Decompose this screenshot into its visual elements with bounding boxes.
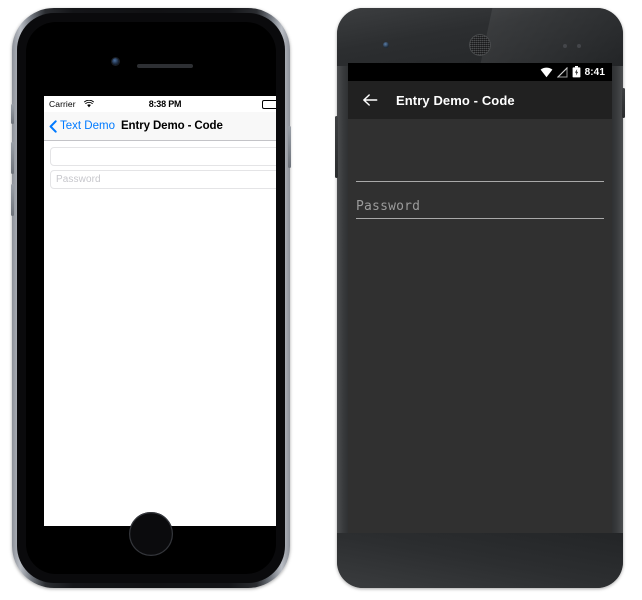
- volume-up-button[interactable]: [11, 142, 14, 174]
- android-entry-plain[interactable]: [356, 145, 604, 182]
- android-entry-password[interactable]: Password: [356, 182, 604, 219]
- power-button[interactable]: [288, 126, 291, 168]
- android-content: Password: [348, 145, 612, 533]
- ios-entry-plain[interactable]: [50, 147, 276, 166]
- bezel-gloss: [472, 8, 623, 66]
- ios-status-bar: Carrier 8:38 PM: [44, 96, 276, 112]
- ios-clock: 8:38 PM: [148, 99, 182, 109]
- android-status-bar: 8:41: [348, 63, 612, 81]
- front-camera-icon: [383, 42, 389, 48]
- iphone-inner-bezel: Carrier 8:38 PM Text Demo Entry Demo - C…: [17, 13, 285, 583]
- arrow-left-icon[interactable]: [360, 90, 380, 110]
- ios-back-label: Text Demo: [60, 120, 115, 132]
- android-screen: 8:41 Entry Demo - Code Password: [348, 63, 612, 533]
- chevron-left-icon: [49, 119, 57, 133]
- volume-down-button[interactable]: [11, 184, 14, 216]
- earpiece-speaker-icon: [137, 64, 193, 68]
- wifi-icon: [540, 67, 552, 77]
- volume-rocker-button[interactable]: [335, 116, 338, 178]
- ios-navigation-bar: Text Demo Entry Demo - Code: [44, 112, 276, 141]
- ios-page-title: Entry Demo - Code: [120, 120, 223, 132]
- android-top-bezel: [337, 8, 623, 66]
- front-camera-icon: [112, 58, 119, 65]
- proximity-sensor-icon: [563, 44, 567, 48]
- ios-screen: Carrier 8:38 PM Text Demo Entry Demo - C…: [44, 96, 276, 526]
- battery-full-icon: [262, 100, 276, 109]
- light-sensor-icon: [577, 44, 581, 48]
- ios-content: Password: [44, 141, 276, 189]
- iphone-glass: Carrier 8:38 PM Text Demo Entry Demo - C…: [26, 22, 276, 574]
- android-page-title: Entry Demo - Code: [396, 92, 515, 108]
- home-button[interactable]: [129, 512, 173, 556]
- power-button[interactable]: [622, 88, 625, 118]
- mute-switch[interactable]: [11, 104, 14, 124]
- android-bottom-bezel: [337, 533, 623, 588]
- android-clock: 8:41: [584, 66, 605, 78]
- iphone-device: Carrier 8:38 PM Text Demo Entry Demo - C…: [11, 8, 291, 588]
- ios-entry-password[interactable]: Password: [50, 170, 276, 189]
- earpiece-speaker-icon: [469, 34, 491, 56]
- android-app-bar: Entry Demo - Code: [348, 81, 612, 119]
- battery-charging-icon: [572, 66, 580, 78]
- ios-entry-password-placeholder: Password: [56, 174, 101, 185]
- no-signal-icon: [556, 66, 568, 78]
- android-device: 8:41 Entry Demo - Code Password: [335, 8, 625, 588]
- android-entry-password-placeholder: Password: [356, 199, 421, 214]
- ios-back-button[interactable]: Text Demo: [49, 119, 115, 133]
